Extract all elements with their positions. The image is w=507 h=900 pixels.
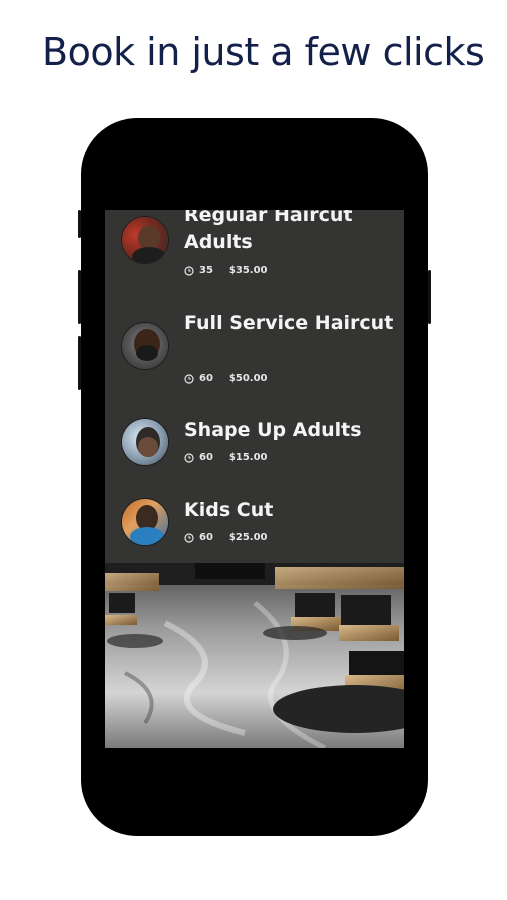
- service-price: $25.00: [228, 532, 268, 543]
- service-item[interactable]: Shape Up Adults 60 $15.00: [105, 413, 404, 488]
- service-price: $15.00: [228, 452, 268, 463]
- service-name: Regular Haircut Adults: [184, 210, 353, 253]
- service-price: $50.00: [228, 373, 268, 384]
- service-name: Shape Up Adults: [184, 419, 362, 441]
- service-duration: 35: [199, 265, 213, 276]
- service-meta: 60 $15.00: [184, 451, 268, 465]
- clock-icon: [184, 533, 194, 543]
- side-button-power: [428, 270, 431, 324]
- service-meta: 60 $50.00: [184, 372, 268, 386]
- clock-icon: [184, 266, 194, 276]
- service-item[interactable]: Kids Cut 60 $25.00: [105, 493, 404, 563]
- side-button-volume-up: [78, 270, 81, 324]
- service-duration: 60: [199, 452, 213, 463]
- side-button-volume-down: [78, 336, 81, 390]
- service-name: Full Service Haircut: [184, 312, 394, 334]
- service-item[interactable]: Full Service Haircut 60 $50.00: [105, 306, 404, 406]
- service-duration: 60: [199, 373, 213, 384]
- service-list[interactable]: Regular Haircut Adults 35 $35.00 Full Se…: [105, 210, 404, 563]
- barber-avatar-4: [121, 498, 169, 546]
- service-meta: 60 $25.00: [184, 531, 268, 545]
- barber-avatar-2: [121, 322, 169, 370]
- barber-avatar-3: [121, 418, 169, 466]
- service-price: $35.00: [228, 265, 268, 276]
- clock-icon: [184, 374, 194, 384]
- service-name: Kids Cut: [184, 499, 274, 521]
- side-button-silent: [78, 210, 81, 238]
- service-meta: 35 $35.00: [184, 264, 268, 278]
- salon-photo: [105, 563, 404, 748]
- salon-photo-illustration: [105, 563, 404, 748]
- service-duration: 60: [199, 532, 213, 543]
- barber-avatar-1: [121, 216, 169, 264]
- headline: Book in just a few clicks: [42, 30, 485, 74]
- clock-icon: [184, 453, 194, 463]
- phone-frame: Regular Haircut Adults 35 $35.00 Full Se…: [78, 118, 431, 836]
- app-screen: Regular Haircut Adults 35 $35.00 Full Se…: [105, 210, 404, 748]
- service-item[interactable]: Regular Haircut Adults 35 $35.00: [105, 210, 404, 300]
